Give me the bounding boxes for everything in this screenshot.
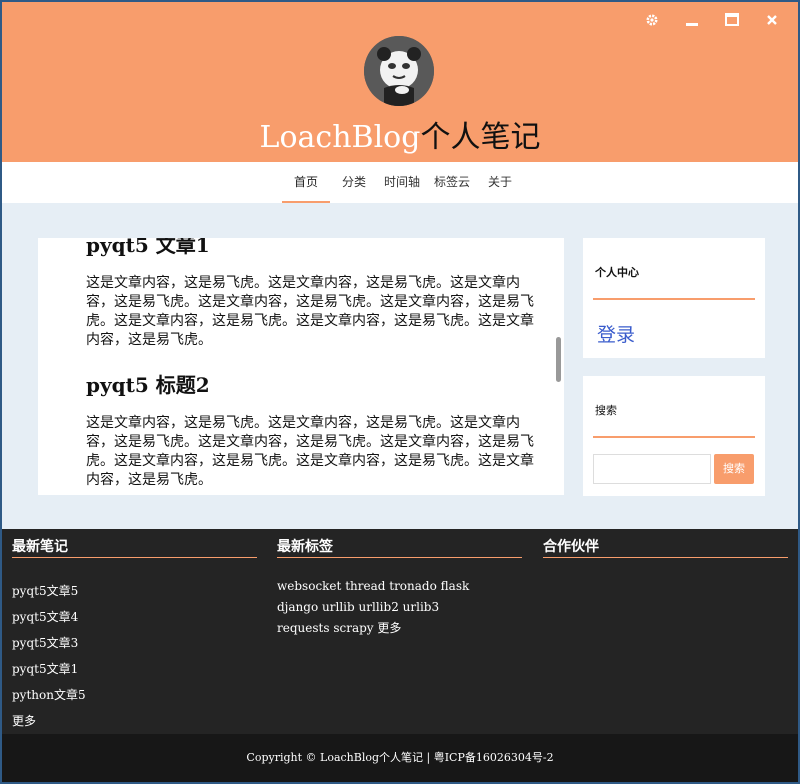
latest-tags-title: 最新标签 <box>277 539 522 558</box>
user-center-panel: 个人中心 登录 <box>583 238 765 358</box>
minimize-button[interactable] <box>672 8 712 32</box>
latest-tags-section: 最新标签 websocket thread tronado flask djan… <box>277 539 522 639</box>
tag-link[interactable]: urllib <box>322 600 355 614</box>
more-notes-link[interactable]: 更多 <box>12 708 257 734</box>
post-list: pyqt5 文章1 这是文章内容，这是易飞虎。这是文章内容，这是易飞虎。这是文章… <box>86 238 538 495</box>
tag-link[interactable]: urllib2 <box>359 600 399 614</box>
tag-link[interactable]: websocket <box>277 579 341 593</box>
note-link[interactable]: pyqt5文章5 <box>12 578 257 604</box>
nav-item-category[interactable]: 分类 <box>330 162 378 203</box>
settings-button[interactable] <box>632 8 672 32</box>
user-center-title: 个人中心 <box>595 266 639 279</box>
post-title[interactable]: pyqt5 文章1 <box>86 238 538 258</box>
article-panel: pyqt5 文章1 这是文章内容，这是易飞虎。这是文章内容，这是易飞虎。这是文章… <box>38 238 564 495</box>
search-input[interactable] <box>593 454 711 484</box>
tag-row: requests scrapy 更多 <box>277 618 522 639</box>
post-body: 这是文章内容，这是易飞虎。这是文章内容，这是易飞虎。这是文章内容，这是易飞虎。这… <box>86 275 534 348</box>
tag-link[interactable]: scrapy <box>333 621 373 635</box>
close-icon <box>767 15 777 25</box>
close-button[interactable] <box>752 8 792 32</box>
login-link[interactable]: 登录 <box>597 320 635 347</box>
site-title-en: LoachBlog <box>259 120 421 155</box>
latest-notes-title: 最新笔记 <box>12 539 257 558</box>
partners-section: 合作伙伴 <box>543 539 788 558</box>
gear-icon <box>646 14 658 26</box>
window-controls <box>632 8 792 32</box>
minimize-icon <box>686 23 698 26</box>
nav-item-timeline[interactable]: 时间轴 <box>378 162 428 203</box>
copyright: Copyright © LoachBlog个人笔记 | 粤ICP备1602630… <box>2 734 798 782</box>
post-title[interactable]: pyqt5 标题2 <box>86 372 538 398</box>
note-link[interactable]: pyqt5文章4 <box>12 604 257 630</box>
maximize-button[interactable] <box>712 8 752 32</box>
app-window: LoachBlog个人笔记 首页 分类 时间轴 标签云 关于 pyqt5 文章1… <box>0 0 800 784</box>
note-link[interactable]: python文章5 <box>12 682 257 708</box>
site-title: LoachBlog个人笔记 <box>2 118 798 158</box>
tag-link[interactable]: django <box>277 600 318 614</box>
tag-link[interactable]: urlib3 <box>403 600 439 614</box>
avatar-image <box>364 36 434 106</box>
article-scrollbar[interactable] <box>556 337 561 382</box>
tag-link[interactable]: requests <box>277 621 330 635</box>
search-button[interactable]: 搜索 <box>714 454 754 484</box>
post-body: 这是文章内容，这是易飞虎。这是文章内容，这是易飞虎。这是文章内容，这是易飞虎。这… <box>86 415 534 488</box>
tag-link[interactable]: flask <box>441 579 470 593</box>
note-link[interactable]: pyqt5文章1 <box>12 656 257 682</box>
more-tags-link[interactable]: 更多 <box>377 621 401 635</box>
nav-item-tag-cloud[interactable]: 标签云 <box>428 162 480 203</box>
maximize-icon <box>725 13 739 26</box>
footer: 最新笔记 pyqt5文章5 pyqt5文章4 pyqt5文章3 pyqt5文章1… <box>2 529 798 734</box>
panel-divider <box>593 436 755 438</box>
header-banner: LoachBlog个人笔记 <box>2 2 798 162</box>
avatar[interactable] <box>364 36 434 106</box>
search-panel-title: 搜索 <box>595 404 617 417</box>
tag-row: django urllib urllib2 urlib3 <box>277 597 522 618</box>
nav-item-about[interactable]: 关于 <box>480 162 524 203</box>
partners-title: 合作伙伴 <box>543 539 788 558</box>
main-nav: 首页 分类 时间轴 标签云 关于 <box>2 162 798 203</box>
tag-link[interactable]: thread <box>345 579 385 593</box>
latest-notes-section: 最新笔记 pyqt5文章5 pyqt5文章4 pyqt5文章3 pyqt5文章1… <box>12 539 257 734</box>
note-link[interactable]: pyqt5文章3 <box>12 630 257 656</box>
search-panel: 搜索 搜索 <box>583 376 765 496</box>
tag-row: websocket thread tronado flask <box>277 576 522 597</box>
panel-divider <box>593 298 755 300</box>
nav-item-home[interactable]: 首页 <box>281 162 330 203</box>
site-title-cn: 个人笔记 <box>420 120 541 155</box>
tag-link[interactable]: tronado <box>389 579 437 593</box>
